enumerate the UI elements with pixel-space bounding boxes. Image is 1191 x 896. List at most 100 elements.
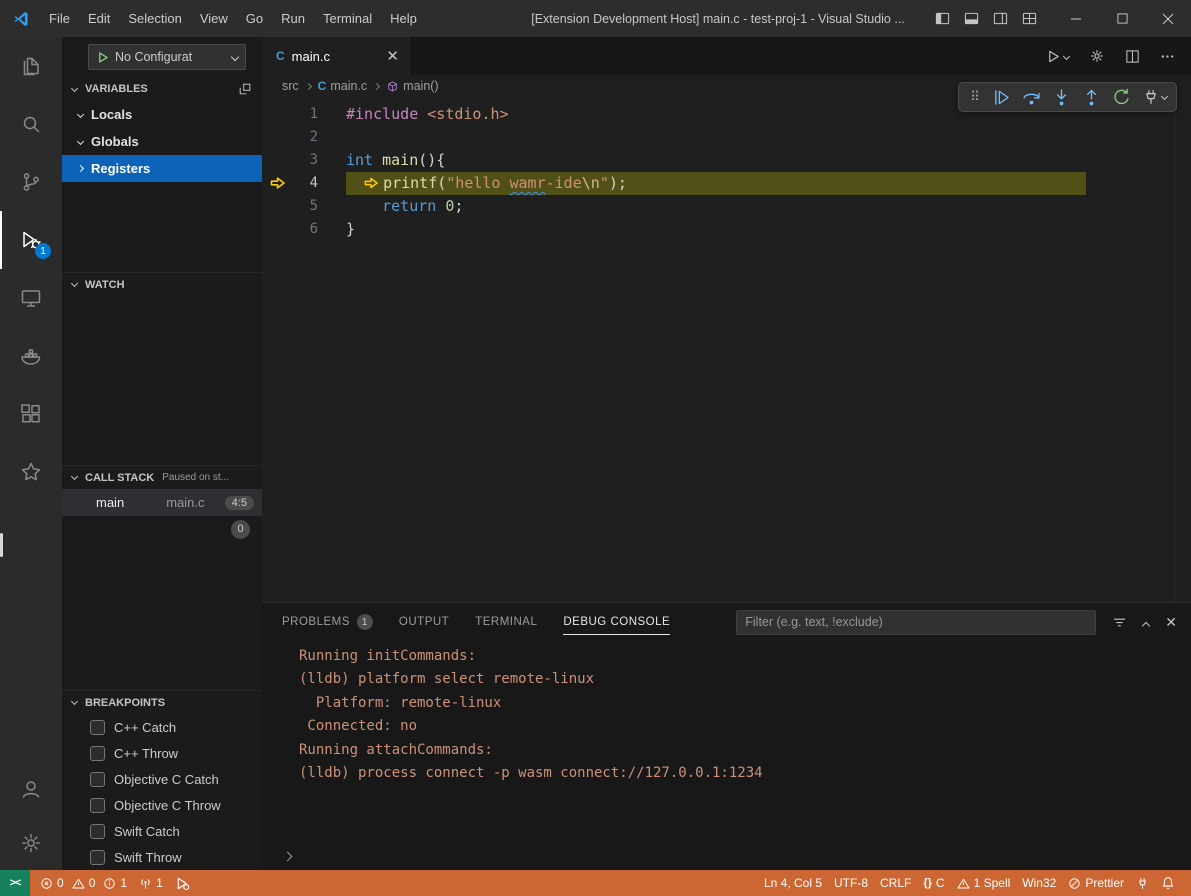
activity-extensions[interactable] — [0, 385, 62, 443]
panel-tab-debug-console[interactable]: DEBUG CONSOLE — [563, 603, 670, 641]
panel-tab-terminal[interactable]: TERMINAL — [475, 603, 537, 641]
customize-layout-icon[interactable] — [1022, 11, 1037, 26]
more-actions-icon[interactable] — [1160, 49, 1175, 64]
line-number: 3 — [288, 149, 318, 172]
debug-step-into-button[interactable] — [1046, 83, 1076, 111]
slash-circle-icon — [1068, 877, 1081, 890]
breakpoint-gutter[interactable] — [262, 126, 288, 149]
breadcrumb-main[interactable]: main() — [386, 79, 438, 93]
toggle-sidebar-icon[interactable] — [935, 11, 950, 26]
breakpoint-objective-c-catch[interactable]: Objective C Catch — [62, 766, 262, 792]
activity-docker[interactable] — [0, 327, 62, 385]
chevron-right-icon — [373, 82, 380, 89]
toolbar-drag-handle-icon[interactable]: ⠿ — [964, 83, 986, 111]
remote-indicator[interactable]: >< — [0, 870, 30, 896]
start-debug-icon — [96, 51, 109, 64]
menu-file[interactable]: File — [40, 0, 79, 37]
breakpoint-objective-c-throw[interactable]: Objective C Throw — [62, 792, 262, 818]
debug-restart-button[interactable] — [1106, 83, 1136, 111]
panel-tab-output[interactable]: OUTPUT — [399, 603, 449, 641]
remote-explorer-icon — [19, 286, 43, 310]
breakpoints-header[interactable]: BREAKPOINTS — [62, 690, 262, 714]
toggle-panel-icon[interactable] — [964, 11, 979, 26]
eol-indicator[interactable]: CRLF — [874, 870, 917, 896]
activity-search[interactable] — [0, 95, 62, 153]
connection-status[interactable] — [1130, 870, 1155, 896]
debug-console-input[interactable] — [262, 842, 1191, 870]
breadcrumb-label: src — [282, 79, 299, 93]
debug-config-dropdown[interactable]: No Configurat — [88, 44, 246, 70]
menu-edit[interactable]: Edit — [79, 0, 119, 37]
formatter-status[interactable]: Prettier — [1062, 870, 1130, 896]
gear-icon[interactable] — [1089, 48, 1105, 64]
cursor-position[interactable]: Ln 4, Col 5 — [758, 870, 828, 896]
activity-settings-gear[interactable] — [0, 816, 62, 870]
menu-terminal[interactable]: Terminal — [314, 0, 381, 37]
activity-source-control[interactable] — [0, 153, 62, 211]
breadcrumb-src[interactable]: src — [282, 79, 299, 93]
error-icon — [40, 877, 53, 890]
activity-remote-explorer[interactable] — [0, 269, 62, 327]
minimize-button[interactable] — [1053, 0, 1099, 37]
variables-group-locals[interactable]: Locals — [62, 101, 262, 128]
collapse-all-icon[interactable] — [238, 82, 252, 96]
debug-status[interactable] — [169, 870, 196, 896]
close-panel-icon[interactable]: ✕ — [1165, 615, 1177, 629]
breakpoint-swift-catch[interactable]: Swift Catch — [62, 818, 262, 844]
checkbox-c-catch[interactable] — [90, 720, 105, 735]
menu-run[interactable]: Run — [272, 0, 314, 37]
filter-icon[interactable] — [1112, 615, 1127, 630]
breakpoint-c-catch[interactable]: C++ Catch — [62, 714, 262, 740]
code-editor[interactable]: 1#include <stdio.h>23int main(){4 printf… — [262, 97, 1191, 602]
activity-run-debug[interactable]: 1 — [0, 211, 62, 269]
watch-header[interactable]: WATCH — [62, 272, 262, 296]
breakpoint-gutter[interactable] — [262, 149, 288, 172]
activity-account[interactable] — [0, 762, 62, 816]
console-filter-input[interactable] — [736, 610, 1096, 635]
checkbox-objective-c-throw[interactable] — [90, 798, 105, 813]
call-stack-header[interactable]: CALL STACK Paused on st... — [62, 465, 262, 489]
debug-continue-button[interactable] — [986, 83, 1016, 111]
menu-selection[interactable]: Selection — [119, 0, 190, 37]
variables-group-registers[interactable]: Registers — [62, 155, 262, 182]
breakpoint-swift-throw[interactable]: Swift Throw — [62, 844, 262, 870]
split-editor-icon[interactable] — [1125, 49, 1140, 64]
variables-group-globals[interactable]: Globals — [62, 128, 262, 155]
ports-status[interactable]: 1 — [133, 870, 169, 896]
platform-indicator[interactable]: Win32 — [1016, 870, 1062, 896]
menu-view[interactable]: View — [191, 0, 237, 37]
checkbox-objective-c-catch[interactable] — [90, 772, 105, 787]
close-tab-icon[interactable]: ✕ — [386, 49, 399, 64]
stack-frame[interactable]: mainmain.c4:5 — [62, 489, 262, 516]
checkbox-swift-catch[interactable] — [90, 824, 105, 839]
breakpoint-gutter[interactable] — [262, 103, 288, 126]
activity-explorer[interactable] — [0, 37, 62, 95]
toggle-secondary-sidebar-icon[interactable] — [993, 11, 1008, 26]
encoding-indicator[interactable]: UTF-8 — [828, 870, 874, 896]
spell-status[interactable]: 1 Spell — [951, 870, 1017, 896]
debug-step-over-button[interactable] — [1016, 83, 1046, 111]
checkbox-swift-throw[interactable] — [90, 850, 105, 865]
breakpoint-c-throw[interactable]: C++ Throw — [62, 740, 262, 766]
maximize-button[interactable] — [1099, 0, 1145, 37]
debug-step-out-button[interactable] — [1076, 83, 1106, 111]
panel-tab-problems[interactable]: PROBLEMS1 — [282, 603, 373, 641]
checkbox-c-throw[interactable] — [90, 746, 105, 761]
breakpoint-gutter[interactable] — [262, 218, 288, 241]
breakpoint-gutter[interactable] — [262, 195, 288, 218]
menu-go[interactable]: Go — [237, 0, 272, 37]
line-content: int main(){ — [346, 149, 445, 172]
notifications-button[interactable] — [1155, 870, 1181, 896]
activity-star[interactable] — [0, 443, 62, 501]
breadcrumb-main-c[interactable]: Cmain.c — [318, 79, 368, 93]
language-mode[interactable]: {} C — [917, 870, 950, 896]
breakpoint-gutter[interactable] — [262, 172, 288, 195]
close-button[interactable] — [1145, 0, 1191, 37]
problems-status[interactable]: 0 0 1 — [34, 870, 133, 896]
run-or-debug-button[interactable] — [1046, 49, 1069, 64]
maximize-panel-icon[interactable] — [1143, 613, 1149, 631]
editor-tab-main-c[interactable]: Cmain.c✕ — [262, 37, 410, 75]
menu-help[interactable]: Help — [381, 0, 426, 37]
variables-header[interactable]: VARIABLES — [62, 77, 262, 101]
warning-icon — [957, 877, 970, 890]
